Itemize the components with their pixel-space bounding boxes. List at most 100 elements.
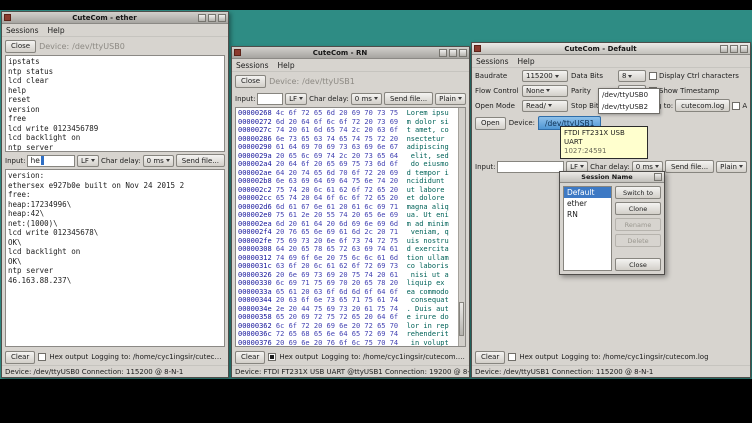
menu-sessions[interactable]: Sessions	[6, 26, 39, 35]
hex-output-checkbox[interactable]	[268, 353, 276, 361]
clear-button[interactable]: Clear	[475, 351, 505, 364]
ctrl-chars-checkbox[interactable]	[649, 72, 657, 80]
app-icon	[4, 14, 11, 21]
command-input[interactable]	[257, 93, 283, 105]
titlebar[interactable]: CuteCom - ether	[2, 12, 228, 24]
close-button[interactable]: Close	[615, 258, 661, 271]
session-item[interactable]: RN	[564, 209, 611, 220]
close-connection-button[interactable]: Close	[235, 75, 266, 88]
hex-offset: 0000036c	[238, 330, 272, 338]
log-file-value: cutecom.log	[681, 102, 724, 110]
minimize-button[interactable]	[720, 45, 728, 53]
send-file-button[interactable]: Send file...	[384, 92, 433, 105]
menu-sessions[interactable]: Sessions	[236, 61, 269, 70]
open-button[interactable]: Open	[475, 117, 506, 130]
char-delay-spinner[interactable]: 0 ms	[143, 155, 174, 167]
menubar: Sessions Help	[472, 55, 750, 68]
chevron-down-icon	[655, 165, 659, 168]
titlebar[interactable]: CuteCom - Default	[472, 43, 750, 55]
close-window-button[interactable]	[218, 14, 226, 22]
scrollbar-thumb[interactable]	[459, 302, 464, 336]
hex-bytes: 20 64 6f 20 65 69 75 73 6d 6f	[272, 160, 407, 168]
eol-combo[interactable]: LF	[77, 155, 99, 167]
scrollbar[interactable]	[458, 108, 465, 346]
ether-history-area[interactable]: ipstatsntp statuslcd clearhelpresetversi…	[5, 55, 225, 152]
session-item[interactable]: ether	[564, 198, 611, 209]
dialog-title: Session Name	[562, 173, 652, 181]
log-file-button[interactable]: cutecom.log	[675, 99, 730, 112]
rn-hex-area[interactable]: 00000268 4c 6f 72 65 6d 20 69 70 73 75 L…	[235, 107, 466, 347]
maximize-button[interactable]	[449, 49, 457, 57]
session-list[interactable]: DefaultetherRN	[563, 186, 612, 271]
clear-button[interactable]: Clear	[235, 351, 265, 364]
menu-sessions[interactable]: Sessions	[476, 57, 509, 66]
append-checkbox[interactable]	[732, 102, 740, 110]
maximize-button[interactable]	[208, 14, 216, 22]
command-input[interactable]: he	[27, 155, 75, 167]
hex-ascii: nsectetur	[407, 135, 449, 143]
hex-output-checkbox[interactable]	[508, 353, 516, 361]
hex-bytes: 75 61 2e 20 55 74 20 65 6e 69	[272, 211, 407, 219]
hex-bytes: 6e 73 65 63 74 65 74 75 72 20	[272, 135, 407, 143]
device-option[interactable]: /dev/ttyUSB0	[599, 89, 659, 101]
timestamp-option[interactable]: Show Timestamp	[649, 87, 747, 95]
menu-help[interactable]: Help	[48, 26, 65, 35]
display-mode-combo[interactable]: Plain	[716, 161, 747, 173]
close-window-button[interactable]	[740, 45, 748, 53]
hex-ascii: t amet, co	[407, 126, 449, 134]
timestamp-label: Show Timestamp	[659, 87, 719, 95]
close-window-button[interactable]	[459, 49, 467, 57]
close-connection-button[interactable]: Close	[5, 40, 36, 53]
text-line: reset	[8, 95, 222, 105]
session-item[interactable]: Default	[564, 187, 611, 198]
maximize-button[interactable]	[730, 45, 738, 53]
char-delay-spinner[interactable]: 0 ms	[351, 93, 382, 105]
hex-offset: 0000031c	[238, 262, 272, 270]
command-input[interactable]	[497, 161, 564, 173]
flow-control-combo[interactable]: None	[522, 85, 568, 97]
ether-output-area[interactable]: version:ethersex e927b0e built on Nov 24…	[5, 169, 225, 347]
open-mode-combo[interactable]: Read/	[522, 100, 568, 112]
menubar: Sessions Help	[2, 24, 228, 37]
minimize-button[interactable]	[439, 49, 447, 57]
hex-bytes: 20 6e 69 73 69 20 75 74 20 61	[272, 271, 407, 279]
switch-to-button[interactable]: Switch to	[615, 186, 661, 199]
minimize-button[interactable]	[198, 14, 206, 22]
send-file-button[interactable]: Send file...	[176, 154, 225, 167]
clone-button[interactable]: Clone	[615, 202, 661, 215]
eol-value: LF	[570, 163, 578, 171]
hex-row: 00000286 6e 73 65 63 74 65 74 75 72 20 n…	[238, 135, 456, 144]
close-dialog-button[interactable]	[654, 173, 662, 181]
titlebar[interactable]: CuteCom - RN	[232, 47, 469, 59]
hex-output-label: Hex output	[519, 353, 558, 361]
text-cursor	[41, 156, 44, 165]
hex-ascii: Lorem ipsu	[407, 109, 449, 117]
clear-button[interactable]: Clear	[5, 351, 35, 364]
hex-offset: 00000290	[238, 143, 272, 151]
window-cutecom-ether: CuteCom - ether Sessions Help Close Devi…	[1, 11, 229, 378]
dialog-titlebar[interactable]: Session Name	[560, 172, 664, 183]
device-option[interactable]: /dev/ttyUSB2	[599, 101, 659, 113]
display-mode-combo[interactable]: Plain	[435, 93, 466, 105]
send-file-button[interactable]: Send file...	[665, 160, 714, 173]
hex-offset: 000002e0	[238, 211, 272, 219]
device-popup[interactable]: /dev/ttyUSB0/dev/ttyUSB2	[598, 88, 660, 114]
menubar: Sessions Help	[232, 59, 469, 72]
hex-bytes: 20 63 6f 6e 73 65 71 75 61 74	[272, 296, 407, 304]
eol-combo[interactable]: LF	[285, 93, 307, 105]
hex-output-checkbox[interactable]	[38, 353, 46, 361]
window-cutecom-default: CuteCom - Default Sessions Help Baudrate…	[471, 42, 751, 378]
baudrate-combo[interactable]: 115200	[522, 70, 568, 82]
hex-ascii: d exercita	[407, 245, 449, 253]
hex-bytes: 64 20 65 78 65 72 63 69 74 61	[272, 245, 407, 253]
ctrl-chars-option[interactable]: Display Ctrl characters	[649, 72, 747, 80]
app-icon	[234, 49, 241, 56]
hex-row: 00000312 74 69 6f 6e 20 75 6c 6c 61 6d t…	[238, 254, 456, 263]
hex-ascii: d tempor i	[407, 169, 449, 177]
menu-help[interactable]: Help	[278, 61, 295, 70]
databits-combo[interactable]: 8	[618, 70, 646, 82]
hex-bytes: 6d 20 64 6f 6c 6f 72 20 73 69	[272, 118, 407, 126]
status-bar: Device: FTDI FT231X USB UART @ttyUSB1 Co…	[232, 365, 469, 377]
dialog-body: DefaultetherRN Switch toCloneRenameDelet…	[560, 183, 664, 274]
menu-help[interactable]: Help	[518, 57, 535, 66]
